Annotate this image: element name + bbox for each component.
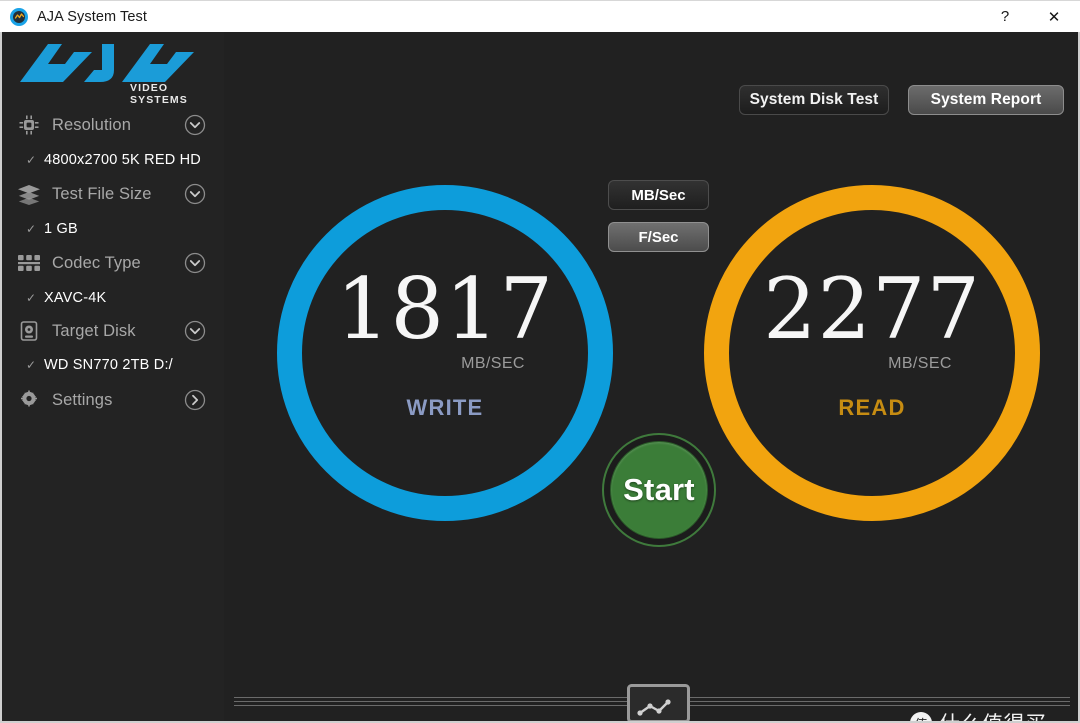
chevron-down-icon[interactable] xyxy=(184,183,206,205)
sidebar-value-resolution[interactable]: ✓ 4800x2700 5K RED HD xyxy=(2,149,224,171)
window-controls: ? ✕ xyxy=(982,1,1080,33)
system-disk-test-button[interactable]: System Disk Test xyxy=(739,85,889,115)
logo-tagline: VIDEO SYSTEMS xyxy=(130,82,188,106)
sidebar-value-text-resolution: 4800x2700 5K RED HD xyxy=(44,152,201,168)
sidebar-label-target-disk: Target Disk xyxy=(52,321,136,340)
sidebar-value-codec-type[interactable]: ✓ XAVC-4K xyxy=(2,287,224,309)
sidebar-item-test-file-size[interactable]: Test File Size xyxy=(2,177,224,211)
sidebar-value-target-disk[interactable]: ✓ WD SN770 2TB D:/ xyxy=(2,354,224,376)
write-speed-value: 1817 xyxy=(336,260,554,358)
sidebar-item-settings[interactable]: Settings xyxy=(2,383,224,417)
check-icon: ✓ xyxy=(25,358,37,372)
watermark-badge: 值 xyxy=(910,712,932,721)
titlebar: AJA System Test ? ✕ xyxy=(0,0,1080,32)
read-speed-units: MB/SEC xyxy=(888,355,952,372)
sidebar-item-resolution[interactable]: Resolution xyxy=(2,108,224,142)
check-icon: ✓ xyxy=(25,291,37,305)
system-report-button[interactable]: System Report xyxy=(908,85,1064,115)
check-icon: ✓ xyxy=(25,222,37,236)
line-chart-icon[interactable] xyxy=(627,684,690,721)
start-button-inner: Start xyxy=(610,441,708,539)
layers-icon xyxy=(16,181,42,207)
read-speed-value: 2277 xyxy=(763,260,981,358)
start-button-label: Start xyxy=(623,472,695,507)
read-gauge-caption: READ xyxy=(838,395,906,420)
sidebar-item-target-disk[interactable]: Target Disk xyxy=(2,314,224,348)
help-button[interactable]: ? xyxy=(982,1,1028,33)
write-speed-gauge: 1817 MB/SEC WRITE xyxy=(277,185,613,521)
window-body: VIDEO SYSTEMS Resolution ✓ 4800x2700 5K … xyxy=(0,32,1080,723)
aja-logo: VIDEO SYSTEMS xyxy=(18,38,198,106)
sidebar-label-settings: Settings xyxy=(52,390,113,409)
watermark: 值 什么值得买 xyxy=(910,708,1047,721)
chevron-down-icon[interactable] xyxy=(184,252,206,274)
read-speed-gauge: 2277 MB/SEC READ xyxy=(704,185,1040,521)
watermark-text: 什么值得买 xyxy=(939,708,1047,721)
codec-grid-icon xyxy=(16,250,42,276)
sidebar-value-text-test-file-size: 1 GB xyxy=(44,221,78,237)
unit-toggle-frames-per-sec[interactable]: F/Sec xyxy=(608,222,709,252)
write-speed-units: MB/SEC xyxy=(461,355,525,372)
sidebar-label-resolution: Resolution xyxy=(52,115,131,134)
chevron-down-icon[interactable] xyxy=(184,114,206,136)
sidebar-value-test-file-size[interactable]: ✓ 1 GB xyxy=(2,218,224,240)
chevron-down-icon[interactable] xyxy=(184,320,206,342)
cpu-chip-icon xyxy=(16,112,42,138)
gear-icon xyxy=(16,387,42,413)
sidebar-value-text-target-disk: WD SN770 2TB D:/ xyxy=(44,357,173,373)
aja-system-test-window: AJA System Test ? ✕ VIDEO SYSTEMS Resolu… xyxy=(0,0,1080,723)
sidebar-label-codec-type: Codec Type xyxy=(52,253,141,272)
check-icon: ✓ xyxy=(25,153,37,167)
aja-waveform-icon xyxy=(10,7,28,26)
close-button[interactable]: ✕ xyxy=(1028,1,1080,33)
sidebar-value-text-codec-type: XAVC-4K xyxy=(44,290,107,306)
hard-disk-icon xyxy=(16,318,42,344)
unit-toggle-mb-per-sec[interactable]: MB/Sec xyxy=(608,180,709,210)
window-title: AJA System Test xyxy=(37,8,148,25)
sidebar: VIDEO SYSTEMS Resolution ✓ 4800x2700 5K … xyxy=(2,32,224,721)
chevron-right-icon[interactable] xyxy=(184,389,206,411)
write-gauge-caption: WRITE xyxy=(406,395,484,420)
sidebar-item-codec-type[interactable]: Codec Type xyxy=(2,246,224,280)
start-button[interactable]: Start xyxy=(602,433,716,547)
sidebar-label-test-file-size: Test File Size xyxy=(52,184,152,203)
